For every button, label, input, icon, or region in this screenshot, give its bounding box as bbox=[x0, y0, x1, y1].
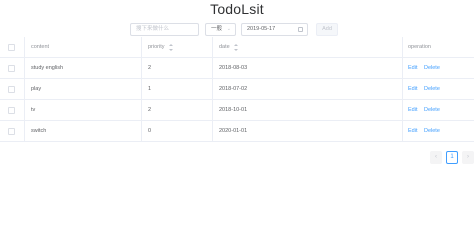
column-divider bbox=[24, 79, 25, 99]
column-divider bbox=[141, 121, 142, 141]
table-row: study english 2 2018-08-03 Edit Delete bbox=[0, 58, 474, 79]
row-checkbox[interactable] bbox=[8, 86, 15, 93]
edit-link[interactable]: Edit bbox=[408, 100, 417, 120]
column-divider bbox=[212, 79, 213, 99]
page-number-button[interactable]: 1 bbox=[446, 151, 458, 164]
column-divider bbox=[402, 121, 403, 141]
table-row: play 1 2018-07-02 Edit Delete bbox=[0, 79, 474, 100]
cell-priority: 1 bbox=[148, 86, 152, 92]
delete-link[interactable]: Delete bbox=[424, 58, 440, 78]
table-header: content priority date operation bbox=[0, 37, 474, 58]
row-checkbox[interactable] bbox=[8, 65, 15, 72]
priority-select[interactable]: 一般 ⌄ bbox=[205, 23, 236, 36]
todo-input-placeholder: 搜下来做什么 bbox=[136, 26, 170, 32]
table-row: tv 2 2018-10-01 Edit Delete bbox=[0, 100, 474, 121]
column-divider bbox=[24, 58, 25, 78]
cell-priority: 0 bbox=[148, 128, 152, 134]
header-operation: operation bbox=[408, 44, 431, 50]
toolbar: 搜下来做什么 一般 ⌄ 2019-05-17 Add bbox=[0, 23, 474, 37]
delete-link[interactable]: Delete bbox=[424, 79, 440, 99]
column-divider bbox=[402, 79, 403, 99]
column-divider bbox=[24, 37, 25, 57]
row-checkbox[interactable] bbox=[8, 128, 15, 135]
header-priority[interactable]: priority bbox=[148, 37, 165, 57]
column-divider bbox=[141, 37, 142, 57]
delete-link[interactable]: Delete bbox=[424, 100, 440, 120]
todo-table: content priority date operation study en… bbox=[0, 37, 474, 142]
cell-date: 2018-08-03 bbox=[219, 65, 248, 71]
column-divider bbox=[212, 58, 213, 78]
cell-content: study english bbox=[31, 65, 64, 71]
select-all-checkbox[interactable] bbox=[8, 44, 15, 51]
cell-date: 2018-07-02 bbox=[219, 86, 248, 92]
column-divider bbox=[141, 58, 142, 78]
cell-date: 2018-10-01 bbox=[219, 107, 248, 113]
row-checkbox[interactable] bbox=[8, 107, 15, 114]
column-divider bbox=[24, 121, 25, 141]
priority-select-value: 一般 bbox=[211, 26, 223, 32]
column-divider bbox=[141, 79, 142, 99]
column-divider bbox=[402, 37, 403, 57]
chevron-right-icon[interactable]: › bbox=[462, 151, 474, 164]
page-title: TodoLsit bbox=[210, 1, 264, 17]
date-picker-value: 2019-05-17 bbox=[247, 26, 276, 32]
header-date[interactable]: date bbox=[219, 37, 230, 57]
cell-priority: 2 bbox=[148, 107, 152, 113]
sort-priority-icon[interactable] bbox=[169, 44, 173, 51]
cell-content: tv bbox=[31, 107, 36, 113]
delete-link[interactable]: Delete bbox=[424, 121, 440, 141]
cell-date: 2020-01-01 bbox=[219, 128, 248, 134]
edit-link[interactable]: Edit bbox=[408, 79, 417, 99]
chevron-left-icon[interactable]: ‹ bbox=[430, 151, 442, 164]
calendar-icon bbox=[298, 27, 303, 32]
column-divider bbox=[402, 58, 403, 78]
edit-link[interactable]: Edit bbox=[408, 58, 417, 78]
cell-content: switch bbox=[31, 128, 47, 134]
date-picker[interactable]: 2019-05-17 bbox=[241, 23, 308, 36]
chevron-down-icon: ⌄ bbox=[226, 26, 231, 32]
add-button[interactable]: Add bbox=[316, 23, 338, 36]
todo-input[interactable]: 搜下来做什么 bbox=[130, 23, 199, 36]
column-divider bbox=[212, 121, 213, 141]
cell-priority: 2 bbox=[148, 65, 152, 71]
header-content: content bbox=[31, 44, 50, 50]
column-divider bbox=[24, 100, 25, 120]
table-row: switch 0 2020-01-01 Edit Delete bbox=[0, 121, 474, 142]
cell-content: play bbox=[31, 86, 42, 92]
sort-date-icon[interactable] bbox=[234, 44, 238, 51]
column-divider bbox=[141, 100, 142, 120]
column-divider bbox=[402, 100, 403, 120]
column-divider bbox=[212, 100, 213, 120]
column-divider bbox=[212, 37, 213, 57]
edit-link[interactable]: Edit bbox=[408, 121, 417, 141]
